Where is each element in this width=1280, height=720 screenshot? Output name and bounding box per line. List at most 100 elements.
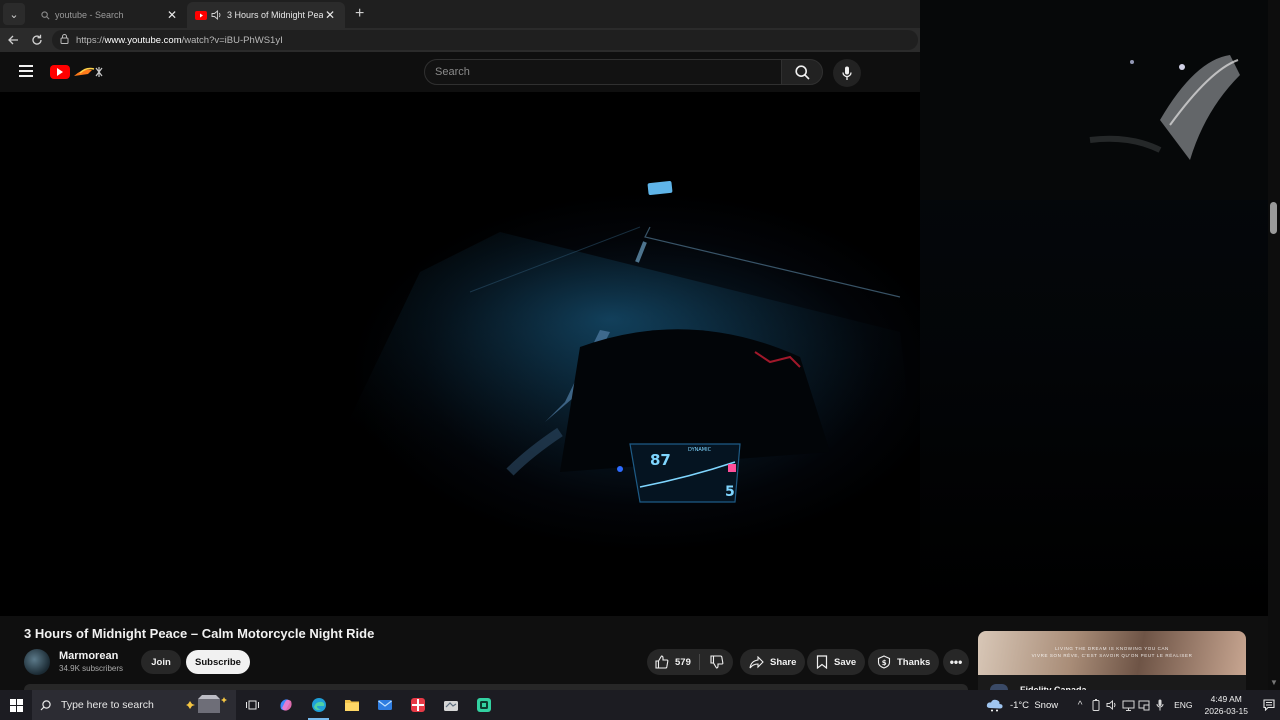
tab-list-button[interactable]: ⌄ [3,3,25,25]
voice-search-button[interactable] [833,59,861,87]
thanks-label: Thanks [897,656,931,668]
task-view-icon[interactable] [236,690,269,720]
youtube-favicon-icon [195,10,207,20]
browser-toolbar: https://www.youtube.com/watch?v=iBU-PhWS… [0,28,920,52]
store-app-icon[interactable] [434,690,467,720]
speaker-icon[interactable] [211,10,223,20]
taskbar: Type here to search -1°C Snow ^ ENG 4:49… [0,690,1280,720]
channel-avatar[interactable] [24,649,50,675]
video-frame: 87 5 DYNAMIC [300,180,920,522]
search-button[interactable] [781,59,823,85]
svg-text:$: $ [882,659,887,667]
scrollbar-thumb[interactable] [1270,202,1277,234]
share-icon [749,655,764,668]
notification-icon[interactable] [1258,690,1280,720]
edge-browser-icon[interactable] [302,690,335,720]
share-label: Share [770,656,797,668]
chevron-up-icon[interactable]: ^ [1072,690,1088,720]
back-arrow-icon[interactable] [2,29,24,51]
video-player[interactable]: 87 5 DYNAMIC [0,92,920,616]
subscribe-button[interactable]: Subscribe [186,650,250,674]
ad-info-strip [978,675,1246,690]
thumbs-down-icon [709,655,723,669]
scroll-down-icon[interactable]: ▼ [1268,678,1280,690]
share-button[interactable]: Share [740,649,806,675]
battery-icon[interactable] [1088,690,1104,720]
tab-title: 3 Hours of Midnight Peace – Calm Motorcy… [227,10,323,20]
display-icon[interactable] [1136,690,1152,720]
search-icon [794,64,810,80]
search-box[interactable] [424,59,782,85]
url-prefix: https:// [76,34,105,46]
tab-title: youtube - Search [55,10,124,20]
network-icon[interactable] [1120,690,1136,720]
taskbar-search-placeholder: Type here to search [61,699,154,711]
youtube-play-logo-icon [50,65,70,79]
copilot-icon[interactable] [269,690,302,720]
new-tab-icon[interactable]: + [355,5,364,23]
dash-speed: 87 [650,451,671,469]
screen: ⌄ youtube - Search ✕ 3 Hours of Midnight… [0,0,1280,720]
tab-video[interactable]: 3 Hours of Midnight Peace – Calm Motorcy… [187,2,345,28]
windows-start-icon[interactable] [0,690,32,720]
url-path: /watch?v=iBU-PhWS1yI [181,34,283,46]
menu-icon[interactable] [19,65,33,77]
browser-tabstrip: ⌄ youtube - Search ✕ 3 Hours of Midnight… [0,0,920,28]
tab-youtube-search[interactable]: youtube - Search ✕ [31,2,187,28]
like-button[interactable]: 579 [647,655,699,669]
dash-mode: DYNAMIC [688,447,712,453]
microphone-icon[interactable] [1152,690,1168,720]
ad-image-text: LIVING THE DREAM IS KNOWING YOU CAN VIVR… [978,645,1246,659]
input-language[interactable]: ENG [1174,700,1192,710]
volume-icon[interactable] [1104,690,1120,720]
close-tab-icon[interactable]: ✕ [165,8,179,22]
mail-icon[interactable] [368,690,401,720]
thanks-button[interactable]: $ Thanks [868,649,940,675]
ad-overlay-line-1: LIVING THE DREAM IS KNOWING YOU CAN [1055,646,1169,651]
clock-date: 2026-03-15 [1204,706,1248,716]
save-button[interactable]: Save [807,649,866,675]
thumbs-up-icon [655,655,669,669]
chevron-down-icon: ⌄ [9,8,19,21]
save-label: Save [834,656,857,668]
join-button[interactable]: Join [141,650,181,674]
reload-icon[interactable] [26,29,48,51]
gift-app-icon[interactable] [401,690,434,720]
bookmark-icon [816,655,828,669]
weather-text: -1°C Snow [1009,699,1059,711]
sponsored-ad-card[interactable]: LIVING THE DREAM IS KNOWING YOU CAN VIVR… [978,631,1246,690]
dash-gear: 5 [725,484,735,500]
clock[interactable]: 4:49 AM 2026-03-15 [1205,693,1248,717]
page-scrollbar[interactable]: ▼ [1268,0,1280,690]
youtube-header [0,52,920,92]
clock-time: 4:49 AM [1210,694,1242,704]
system-tray: -1°C Snow ^ ENG 4:49 AM 2026-03-15 [986,690,1280,720]
microphone-icon [842,66,852,80]
lock-icon [60,34,70,46]
like-count: 579 [675,656,691,668]
subscriber-count: 34.9K subscribers [59,664,124,673]
green-app-icon[interactable] [467,690,500,720]
video-metadata: 3 Hours of Midnight Peace – Calm Motorcy… [0,616,1268,690]
url-host: www.youtube.com [104,34,182,46]
video-title: 3 Hours of Midnight Peace – Calm Motorcy… [24,626,375,641]
like-dislike-group: 579 [647,649,733,675]
search-input[interactable] [435,66,781,78]
dislike-button[interactable] [700,655,733,669]
youtube-logo[interactable] [50,64,110,80]
search-highlight-icon [186,695,227,713]
search-icon [39,10,51,20]
scene-background [920,0,1270,200]
weather-widget[interactable]: -1°C Snow [986,698,1058,712]
search-icon [40,699,51,710]
more-actions-button[interactable]: ••• [943,649,969,675]
file-explorer-icon[interactable] [335,690,368,720]
doodle-icon [74,67,103,77]
taskbar-search[interactable]: Type here to search [32,690,236,720]
channel-name[interactable]: Marmorean [59,650,118,662]
address-bar[interactable]: https://www.youtube.com/watch?v=iBU-PhWS… [52,30,918,50]
secondary-video-area [920,0,1270,616]
snow-cloud-icon [986,699,1003,712]
close-tab-icon[interactable]: ✕ [323,8,337,22]
thanks-icon: $ [877,655,891,669]
